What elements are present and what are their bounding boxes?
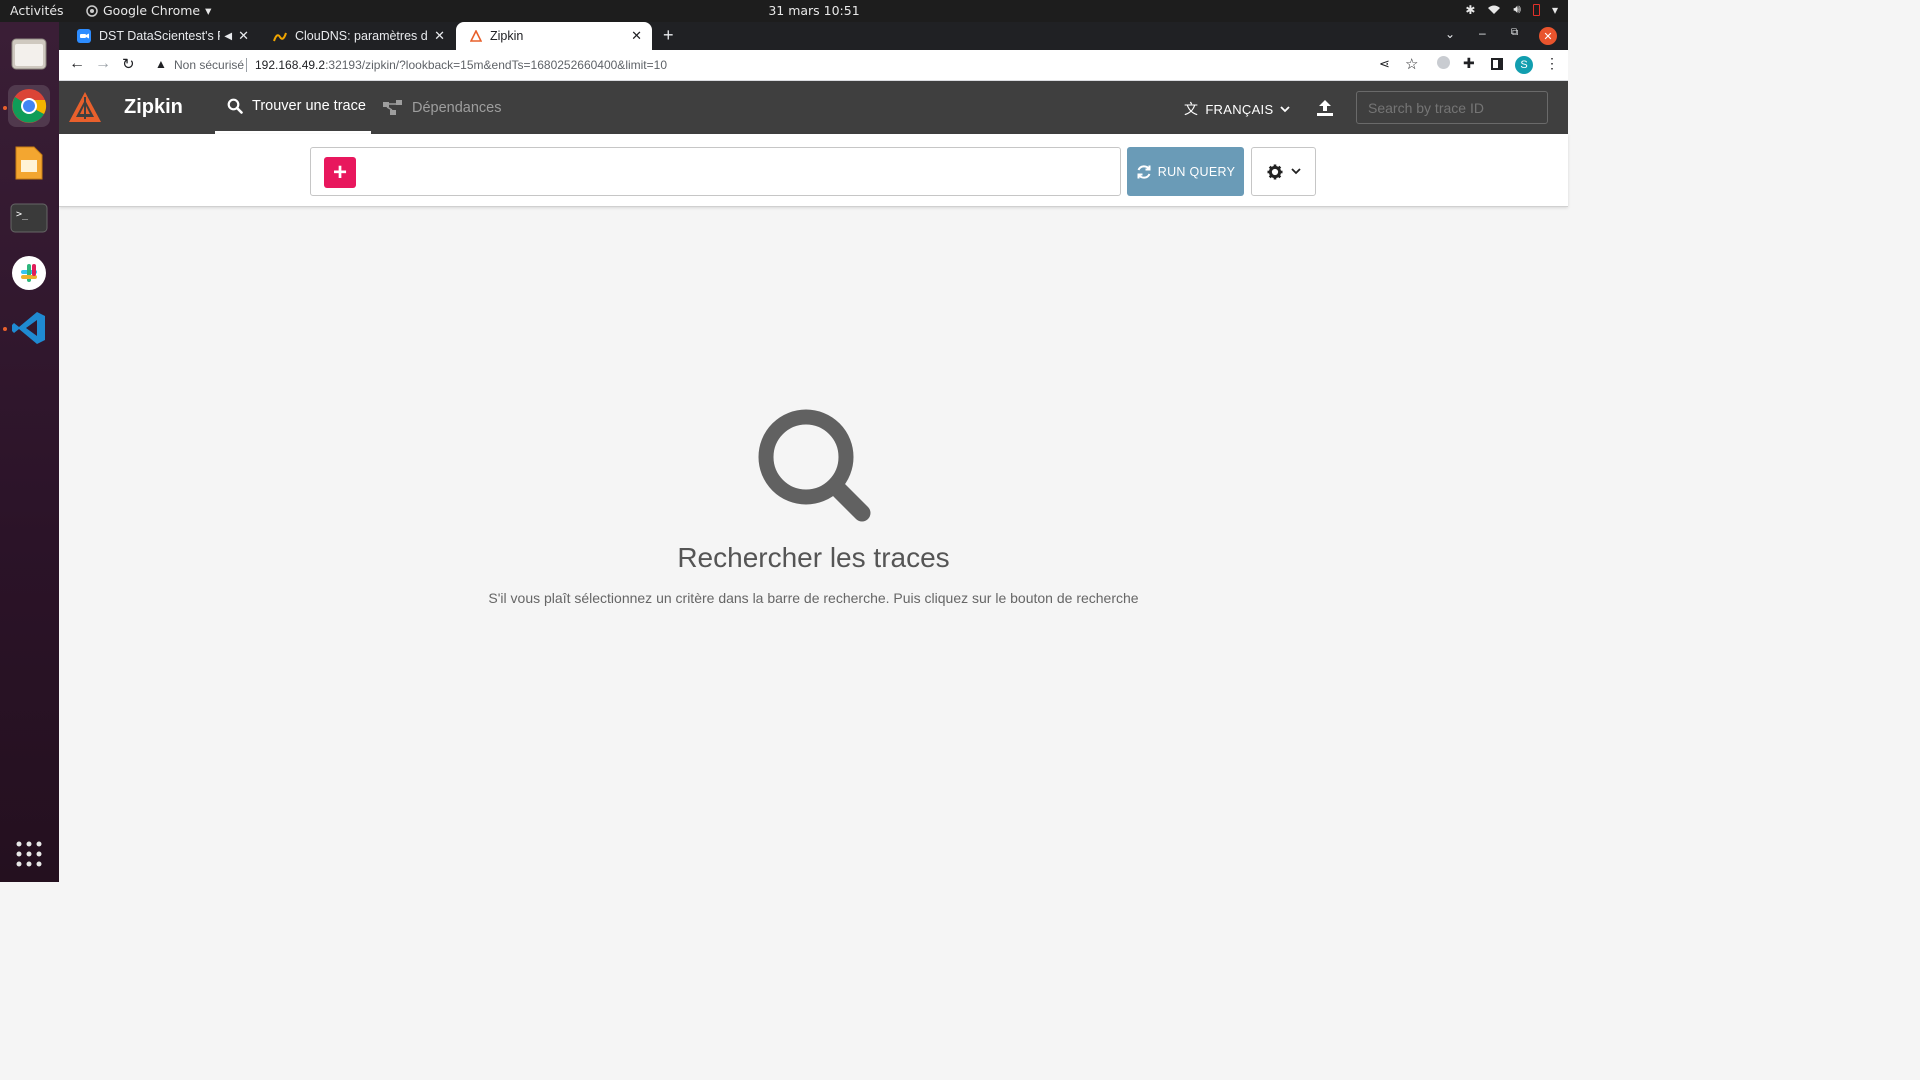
vscode-dock-icon[interactable] bbox=[8, 307, 50, 349]
chrome-dock-icon[interactable] bbox=[8, 85, 50, 127]
empty-state-title: Rechercher les traces bbox=[677, 542, 950, 573]
address-bar[interactable]: 192.168.49.2:32193/zipkin/?lookback=15m&… bbox=[255, 58, 667, 72]
zipkin-brand[interactable]: Zipkin bbox=[124, 96, 183, 119]
query-bar: + RUN QUERY bbox=[59, 134, 1568, 207]
close-window-button[interactable]: ✕ bbox=[1539, 27, 1557, 45]
settings-dropdown-button[interactable] bbox=[1251, 147, 1316, 196]
language-label: FRANÇAIS bbox=[1205, 101, 1274, 117]
tab-title: DST DataScientest's P bbox=[99, 29, 221, 43]
browser-tab-strip: DST DataScientest's P ◀︎ ✕ ClouDNS: para… bbox=[59, 22, 1568, 50]
tab-find-trace-label: Trouver une trace bbox=[252, 98, 366, 114]
url-path: :32193/zipkin/?lookback=15m&endTs=168025… bbox=[325, 58, 667, 72]
close-icon[interactable]: ✕ bbox=[434, 28, 445, 44]
volume-icon: 🔊︎ bbox=[1513, 2, 1521, 16]
close-icon[interactable]: ✕ bbox=[631, 28, 642, 44]
upload-icon[interactable] bbox=[1315, 98, 1335, 118]
tab-datascientest[interactable]: DST DataScientest's P ◀︎ ✕ bbox=[63, 22, 259, 50]
translate-icon: 文 bbox=[1184, 101, 1199, 117]
criteria-field[interactable]: + bbox=[310, 147, 1121, 196]
profile-avatar[interactable]: S bbox=[1515, 56, 1533, 74]
back-icon[interactable]: ← bbox=[69, 55, 85, 73]
security-label[interactable]: Non sécurisé bbox=[174, 58, 244, 72]
speaker-icon: ◀︎ bbox=[224, 30, 233, 42]
running-indicator bbox=[3, 327, 7, 331]
files-dock-icon[interactable] bbox=[8, 32, 50, 74]
run-query-button[interactable]: RUN QUERY bbox=[1127, 147, 1244, 196]
tab-dependencies[interactable]: Dépendances bbox=[383, 81, 502, 134]
minimize-button[interactable]: – bbox=[1479, 26, 1486, 40]
trace-id-search-input[interactable] bbox=[1356, 91, 1548, 124]
search-large-icon bbox=[758, 409, 871, 522]
address-divider bbox=[246, 58, 247, 72]
language-selector[interactable]: 文 FRANÇAIS bbox=[1184, 99, 1291, 119]
extension-icon[interactable] bbox=[1437, 56, 1450, 69]
maximize-button[interactable]: ⧉ bbox=[1511, 27, 1518, 38]
system-top-bar: Activités Google Chrome ▾ 31 mars 10:51 … bbox=[0, 0, 1568, 22]
battery-icon bbox=[1532, 3, 1540, 16]
browser-menu-icon[interactable]: ⋮ bbox=[1545, 55, 1559, 72]
gear-icon bbox=[1267, 164, 1282, 179]
side-panel-icon[interactable] bbox=[1491, 58, 1503, 70]
refresh-icon bbox=[1137, 164, 1151, 179]
dock: >_ bbox=[0, 22, 59, 882]
extensions-puzzle-icon[interactable]: ✚ bbox=[1463, 55, 1475, 72]
slack-dock-icon[interactable] bbox=[8, 252, 50, 294]
empty-state-subtitle: S'il vous plaît sélectionnez un critère … bbox=[488, 590, 1139, 606]
warning-icon: ▲ bbox=[155, 57, 167, 71]
run-query-label: RUN QUERY bbox=[1157, 164, 1236, 179]
zipkin-logo-icon[interactable] bbox=[66, 89, 104, 127]
chevron-down-icon bbox=[1280, 105, 1291, 112]
reload-icon[interactable]: ↻ bbox=[122, 55, 135, 73]
close-icon[interactable]: ✕ bbox=[238, 28, 249, 44]
tab-dependencies-label: Dépendances bbox=[412, 99, 502, 116]
power-menu-icon: ▾ bbox=[1551, 2, 1558, 17]
bookmark-star-icon[interactable]: ☆ bbox=[1405, 55, 1418, 73]
tab-zipkin[interactable]: Zipkin ✕ bbox=[456, 22, 652, 50]
dependencies-icon bbox=[383, 99, 402, 115]
tab-title: Zipkin bbox=[490, 29, 524, 43]
wifi-icon bbox=[1488, 5, 1501, 14]
tab-title: ClouDNS: paramètres de bbox=[295, 29, 429, 43]
zipkin-header: Zipkin Trouver une trace Dépendances 文 F… bbox=[59, 81, 1568, 134]
svg-text:>_: >_ bbox=[16, 209, 29, 220]
tab-find-trace[interactable]: Trouver une trace bbox=[215, 81, 371, 134]
zipkin-icon bbox=[470, 30, 482, 42]
terminal-dock-icon[interactable]: >_ bbox=[8, 197, 50, 239]
forward-icon[interactable]: → bbox=[95, 55, 111, 73]
browser-toolbar: ← → ↻ ▲ Non sécurisé 192.168.49.2:32193/… bbox=[59, 50, 1568, 81]
system-tray[interactable]: ✱ 🔊︎ ▾ bbox=[1465, 2, 1558, 17]
zoom-icon bbox=[77, 29, 91, 43]
url-host: 192.168.49.2 bbox=[255, 58, 326, 72]
empty-state: Rechercher les traces S'il vous plaît sé… bbox=[59, 207, 1568, 882]
chevron-down-icon bbox=[1290, 168, 1301, 175]
show-applications-icon[interactable] bbox=[8, 833, 50, 875]
cloudns-icon bbox=[273, 32, 287, 42]
clock[interactable]: 31 mars 10:51 bbox=[0, 3, 1628, 18]
share-icon[interactable]: ⋖ bbox=[1379, 56, 1390, 72]
running-indicator bbox=[3, 106, 7, 110]
tab-search-icon[interactable]: ⌄ bbox=[1445, 27, 1455, 41]
network-icon: ✱ bbox=[1465, 2, 1476, 17]
add-criteria-button[interactable]: + bbox=[324, 157, 356, 188]
tab-cloudns[interactable]: ClouDNS: paramètres de ✕ bbox=[259, 22, 455, 50]
impress-dock-icon[interactable] bbox=[8, 142, 50, 184]
search-icon bbox=[227, 98, 243, 114]
new-tab-button[interactable]: + bbox=[663, 25, 674, 46]
